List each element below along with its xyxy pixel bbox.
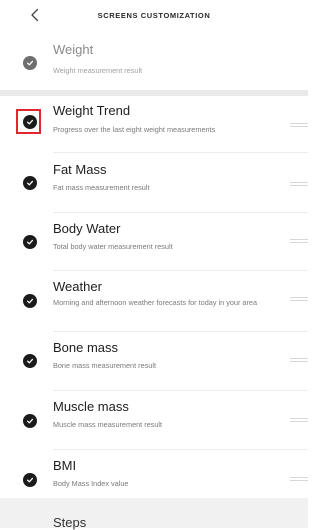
check-icon — [26, 298, 34, 304]
weather-subtitle: Morning and afternoon weather forecasts … — [53, 298, 258, 307]
check-icon — [26, 60, 34, 66]
weight-trend-title: Weight Trend — [53, 103, 131, 118]
muscle-mass-subtitle: Muscle mass measurement result — [53, 420, 163, 429]
drag-handle[interactable] — [290, 182, 308, 186]
row-divider — [53, 449, 308, 450]
muscle-mass-checkbox[interactable] — [23, 414, 37, 428]
check-icon — [26, 418, 34, 424]
row-divider — [53, 331, 308, 332]
weight-checkbox[interactable] — [23, 56, 37, 70]
check-icon — [26, 358, 34, 364]
drag-handle[interactable] — [290, 477, 308, 481]
weather-checkbox[interactable] — [23, 294, 37, 308]
body-water-checkbox[interactable] — [23, 235, 37, 249]
bone-mass-checkbox[interactable] — [23, 354, 37, 368]
bone-mass-title: Bone mass — [53, 340, 119, 355]
drag-handle[interactable] — [290, 418, 308, 422]
header-bar: SCREENS CUSTOMIZATION — [0, 0, 308, 34]
weight-trend-checkbox[interactable] — [23, 115, 37, 129]
drag-handle[interactable] — [290, 239, 308, 243]
fat-mass-checkbox[interactable] — [23, 176, 37, 190]
muscle-mass-title: Muscle mass — [53, 399, 129, 414]
weather-title: Weather — [53, 279, 102, 294]
bmi-title: BMI — [53, 458, 77, 473]
fat-mass-subtitle: Fat mass measurement result — [53, 183, 150, 192]
check-icon — [26, 477, 34, 483]
section-separator — [0, 90, 308, 96]
row-divider — [53, 270, 308, 271]
weight-trend-subtitle: Progress over the last eight weight meas… — [53, 125, 216, 134]
row-divider — [53, 212, 308, 213]
weight-title: Weight — [53, 42, 94, 57]
check-icon — [26, 119, 34, 125]
check-icon — [26, 239, 34, 245]
bmi-checkbox[interactable] — [23, 473, 37, 487]
pinned-section — [0, 34, 308, 90]
row-divider — [53, 152, 308, 153]
drag-handle[interactable] — [290, 358, 308, 362]
bmi-subtitle: Body Mass Index value — [53, 479, 129, 488]
page-title: SCREENS CUSTOMIZATION — [97, 11, 211, 20]
drag-handle[interactable] — [290, 123, 308, 127]
fat-mass-title: Fat Mass — [53, 162, 107, 177]
body-water-title: Body Water — [53, 221, 121, 236]
bone-mass-subtitle: Bone mass measurement result — [53, 361, 157, 370]
weight-subtitle: Weight measurement result — [53, 66, 143, 75]
body-water-subtitle: Total body water measurement result — [53, 242, 173, 251]
drag-handle[interactable] — [290, 297, 308, 301]
row-divider — [53, 390, 308, 391]
check-icon — [26, 180, 34, 186]
unselected-section — [0, 498, 308, 528]
